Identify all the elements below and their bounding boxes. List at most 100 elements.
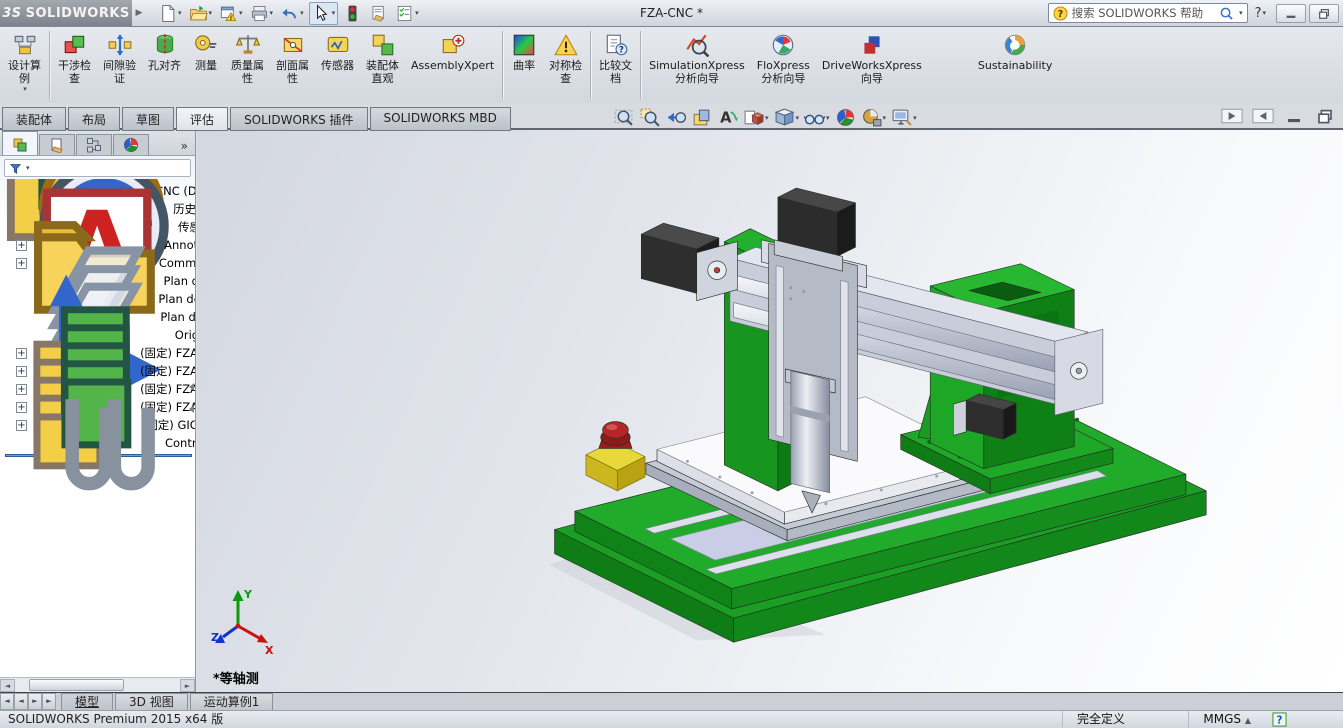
document-restore-button[interactable] [1313, 107, 1337, 125]
help-search-box[interactable]: ? 搜索 SOLIDWORKS 帮助 ▾ [1048, 3, 1248, 23]
command-manager-ribbon: 设计算 例▾干涉检 查间隙验 证孔对齐测量质量属 性剖面属 性传感器装配体 直观… [0, 27, 1343, 103]
compare-documents-label: 比较文 档 [599, 60, 632, 85]
sustainability-button[interactable]: Sustainability [972, 28, 1058, 102]
curvature-icon [511, 32, 537, 58]
section-view-button[interactable] [690, 107, 713, 128]
solidworks-mbd-tab[interactable]: SOLIDWORKS MBD [370, 107, 511, 131]
tab-scroll-prev-button[interactable]: ◄ [14, 693, 28, 710]
units-selector[interactable]: MMGS ▲ [1188, 711, 1251, 728]
expand-toggle[interactable]: + [16, 366, 27, 377]
expand-toggle[interactable]: + [16, 402, 27, 413]
solidworks-addins-tab[interactable]: SOLIDWORKS 插件 [230, 107, 367, 131]
compare-documents-button[interactable]: ?比较文 档 [593, 28, 638, 102]
undo-button[interactable]: ▾ [278, 3, 306, 24]
cnc-assembly-model[interactable] [549, 186, 1209, 648]
expand-toggle[interactable]: + [16, 348, 27, 359]
assemblyxpert-button[interactable]: AssemblyXpert [405, 28, 500, 102]
mates-folder-item[interactable]: Contraintes [3, 434, 195, 452]
options-button[interactable]: ▾ [393, 3, 421, 24]
curvature-button[interactable]: 曲率 [505, 28, 543, 102]
options-icon [395, 4, 414, 23]
motion-study-1-tab[interactable]: 运动算例1 [190, 693, 274, 710]
assembly-tab[interactable]: 装配体 [2, 107, 66, 131]
mass-properties-button[interactable]: 质量属 性 [225, 28, 270, 102]
3d-views-tab[interactable]: 3D 视图 [115, 693, 188, 710]
propertymanager-tab[interactable] [39, 134, 75, 155]
window-restore-button[interactable] [1309, 4, 1339, 23]
hide-show-items-button[interactable]: ▾ [803, 107, 831, 128]
previous-view-button[interactable] [664, 107, 687, 128]
hole-alignment-icon [152, 32, 178, 58]
expand-toggle[interactable]: + [16, 384, 27, 395]
document-minimize-button[interactable] [1282, 107, 1306, 125]
design-study-button[interactable]: 设计算 例▾ [2, 28, 47, 102]
panel-horizontal-scrollbar[interactable]: ◄ ► [0, 677, 195, 692]
sensors-folder-label: 传感器 [178, 219, 195, 235]
window-minimize-button[interactable] [1276, 4, 1306, 23]
rebuild-button[interactable] [341, 3, 364, 24]
expand-toggle[interactable]: + [16, 240, 27, 251]
help-button[interactable]: ?▾ [1248, 6, 1273, 21]
scrollbar-thumb[interactable] [29, 679, 124, 691]
save-document-button[interactable]: ▾ [217, 3, 245, 24]
graphics-viewport[interactable]: Y X Z *等轴测 [197, 130, 1343, 692]
scroll-left-arrow[interactable]: ◄ [0, 679, 15, 692]
floxpress-wizard-label: FloXpress 分析向导 [757, 60, 810, 85]
apply-scene-icon [861, 107, 882, 128]
section-view-icon [691, 107, 712, 128]
measure-button[interactable]: 测量 [187, 28, 225, 102]
new-document-button[interactable]: ▾ [156, 3, 184, 24]
tree-filter[interactable]: ▾ [4, 159, 191, 177]
hole-alignment-button[interactable]: 孔对齐 [142, 28, 187, 102]
view-orientation-button[interactable]: ▾ [742, 107, 770, 128]
origin-label: Origine [175, 328, 195, 342]
section-properties-button[interactable]: 剖面属 性 [270, 28, 315, 102]
scroll-right-arrow[interactable]: ► [180, 679, 195, 692]
tab-scroll-next-button[interactable]: ► [28, 693, 42, 710]
pane-left-button[interactable] [1220, 107, 1244, 125]
model-tab[interactable]: 模型 [61, 693, 113, 710]
configurationmanager-tab[interactable] [76, 134, 112, 155]
expand-toggle[interactable]: + [16, 258, 27, 269]
featuremanager-tab[interactable] [2, 131, 38, 155]
annotation-views-button[interactable]: A [716, 107, 739, 128]
assembly-visualization-button[interactable]: 装配体 直观 [360, 28, 405, 102]
print-button[interactable]: ▾ [248, 3, 276, 24]
filter-dropdown-arrow[interactable]: ▾ [26, 164, 30, 172]
feature-tree: FZA-CNC (Défaut<显示状态-历史记录传感器+AAnnotation… [0, 179, 195, 677]
status-help-icon[interactable]: ? [1272, 712, 1287, 727]
tab-scroll-first-button[interactable]: ◄ [0, 693, 14, 710]
quick-access-toolbar: ▾▾▾▾▾▾▾ [156, 2, 421, 25]
expand-toggle[interactable]: + [16, 420, 27, 431]
edit-appearance-button[interactable] [834, 107, 857, 128]
simulationxpress-wizard-button[interactable]: SimulationXpress 分析向导 [643, 28, 751, 102]
view-settings-button[interactable]: ▾ [890, 107, 918, 128]
display-style-button[interactable]: ▾ [773, 107, 801, 128]
panel-tabs: » [0, 130, 195, 156]
evaluate-tab[interactable]: 评估 [176, 107, 228, 131]
tab-scroll-last-button[interactable]: ► [42, 693, 56, 710]
search-icon[interactable] [1219, 6, 1234, 21]
sketch-tab[interactable]: 草图 [122, 107, 174, 131]
zoom-to-area-button[interactable] [638, 107, 661, 128]
panel-splitter-handle[interactable] [189, 383, 194, 391]
menu-flyout-arrow[interactable]: ▶ [132, 8, 146, 18]
search-dropdown-arrow[interactable]: ▾ [1239, 9, 1243, 17]
open-document-button[interactable]: ▾ [187, 3, 215, 24]
layout-tab[interactable]: 布局 [68, 107, 120, 131]
zoom-to-fit-button[interactable] [612, 107, 635, 128]
driveworksxpress-wizard-button[interactable]: DriveWorksXpress 向导 [816, 28, 928, 102]
floxpress-wizard-button[interactable]: FloXpress 分析向导 [751, 28, 816, 102]
panel-splitter-handle[interactable] [189, 405, 194, 413]
sensors-button[interactable]: 传感器 [315, 28, 360, 102]
displaymanager-tab[interactable] [113, 134, 149, 155]
pane-right-button[interactable] [1251, 107, 1275, 125]
panel-tabs-overflow[interactable]: » [176, 139, 193, 155]
select-tool-button[interactable]: ▾ [309, 2, 339, 25]
rebuild-icon [343, 4, 362, 23]
clearance-verification-button[interactable]: 间隙验 证 [97, 28, 142, 102]
file-properties-button[interactable] [367, 3, 390, 24]
interference-check-button[interactable]: 干涉检 查 [52, 28, 97, 102]
symmetry-check-button[interactable]: 对称检 查 [543, 28, 588, 102]
apply-scene-button[interactable]: ▾ [860, 107, 888, 128]
